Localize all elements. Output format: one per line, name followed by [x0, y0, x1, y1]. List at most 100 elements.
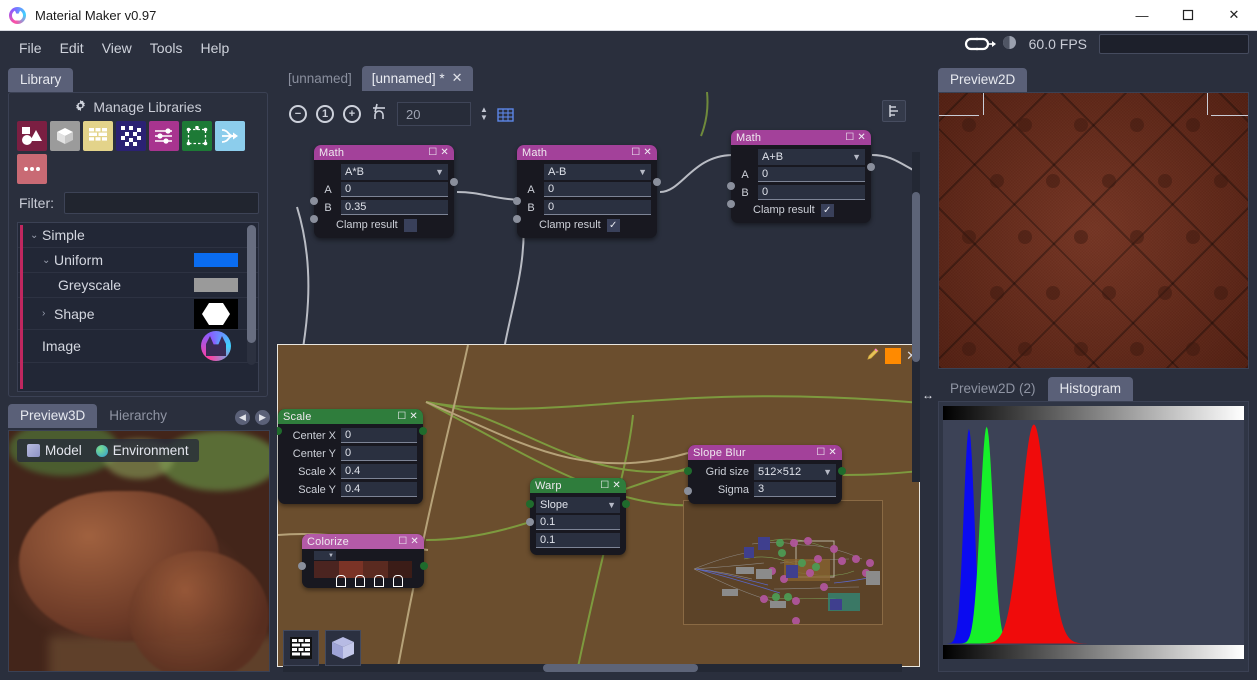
snap-to-grid-icon[interactable] — [370, 103, 388, 126]
input-port-1[interactable] — [684, 467, 692, 475]
input-port[interactable] — [298, 562, 306, 570]
environment-button[interactable]: Environment — [96, 443, 189, 458]
output-port[interactable] — [653, 178, 661, 186]
node-header[interactable]: Scale ☐ ✕ — [278, 409, 423, 424]
tree-item-simple[interactable]: ⌄ Simple — [18, 223, 258, 248]
link-chain-icon[interactable] — [964, 36, 998, 52]
operation-select[interactable]: A-B ▼ — [544, 164, 651, 180]
node-header[interactable]: Slope Blur ☐ ✕ — [688, 445, 842, 460]
tab-library[interactable]: Library — [8, 68, 73, 92]
tab-hierarchy[interactable]: Hierarchy — [97, 404, 179, 428]
tab-unnamed-2[interactable]: [unnamed] * ✕ — [362, 66, 473, 91]
gradient-cursor[interactable] — [355, 575, 365, 587]
tab-preview2d[interactable]: Preview2D — [938, 68, 1027, 92]
more-library-icon[interactable] — [17, 154, 47, 184]
tree-item-greyscale[interactable]: Greyscale — [18, 273, 258, 298]
input-port-2[interactable] — [684, 487, 692, 495]
input-port-a[interactable] — [310, 197, 318, 205]
chevron-right-icon[interactable]: › — [42, 308, 54, 319]
output-port[interactable] — [622, 500, 630, 508]
chevron-left-icon[interactable]: ◀ — [235, 410, 250, 425]
target-icon[interactable] — [1002, 35, 1017, 53]
interpolation-select[interactable]: ▼ — [314, 551, 336, 560]
node-scale[interactable]: Scale ☐ ✕ Center X 0 Center Y 0 Scale X … — [278, 409, 423, 504]
library-tree-scrollbar[interactable] — [247, 225, 256, 365]
material-bricks-icon[interactable] — [283, 630, 319, 666]
node-header[interactable]: Colorize ☐ ✕ — [302, 534, 424, 549]
graph-hscrollbar[interactable] — [283, 664, 902, 672]
mode-select[interactable]: Slope ▼ — [536, 497, 620, 513]
input-port-1[interactable] — [526, 500, 534, 508]
grid-toggle-icon[interactable] — [497, 106, 514, 123]
center-y-input[interactable]: 0 — [341, 446, 417, 461]
zoom-out-icon[interactable]: − — [289, 105, 307, 123]
flow-library-icon[interactable] — [215, 121, 245, 151]
filters-library-icon[interactable] — [149, 121, 179, 151]
close-icon[interactable]: ✕ — [440, 147, 449, 158]
filter-input[interactable] — [64, 192, 259, 214]
menu-edit[interactable]: Edit — [51, 36, 93, 60]
close-icon[interactable]: ✕ — [452, 70, 463, 86]
close-button[interactable]: ✕ — [1211, 0, 1257, 31]
field-b-input[interactable]: 0 — [544, 200, 651, 215]
menu-file[interactable]: File — [10, 36, 51, 60]
field-b-input[interactable]: 0 — [758, 185, 865, 200]
center-x-input[interactable]: 0 — [341, 428, 417, 443]
eps-input[interactable]: 0.1 — [536, 533, 620, 548]
minimize-button[interactable]: — — [1119, 0, 1165, 31]
node-slope-blur[interactable]: Slope Blur ☐ ✕ Grid size 512×512 ▼ Sigma… — [688, 445, 842, 504]
grid-size-input[interactable]: 20 — [397, 102, 471, 126]
hierarchy-panel-icon[interactable] — [882, 100, 906, 122]
scale-x-input[interactable]: 0.4 — [341, 464, 417, 479]
gradient-cursor[interactable] — [393, 575, 403, 587]
clamp-checkbox[interactable]: ✓ — [821, 204, 834, 217]
field-b-input[interactable]: 0.35 — [341, 200, 448, 215]
input-port-a[interactable] — [727, 182, 735, 190]
node-header[interactable]: Warp ☐ ✕ — [530, 478, 626, 493]
maximize-icon[interactable]: ☐ — [845, 132, 854, 143]
stepper-updown-icon[interactable]: ▲▼ — [480, 106, 488, 122]
close-icon[interactable]: ✕ — [828, 447, 837, 458]
tree-item-uniform[interactable]: ⌄ Uniform — [18, 248, 258, 273]
shapes-library-icon[interactable] — [17, 121, 47, 151]
preview3d-panel[interactable]: Model Environment — [8, 430, 270, 672]
chevron-right-icon[interactable]: ▶ — [255, 410, 270, 425]
bricks-library-icon[interactable] — [83, 121, 113, 151]
node-math-1[interactable]: Math ☐ ✕ A*B ▼ A 0 — [314, 145, 454, 238]
manage-libraries-button[interactable]: Manage Libraries — [9, 93, 267, 121]
graph-vscrollbar[interactable] — [912, 152, 920, 482]
close-icon[interactable]: ✕ — [410, 536, 419, 547]
node-math-3[interactable]: Math ☐ ✕ A+B ▼ A 0 — [731, 130, 871, 223]
tab-histogram[interactable]: Histogram — [1048, 377, 1134, 401]
maximize-button[interactable] — [1165, 0, 1211, 31]
node-header[interactable]: Math ☐ ✕ — [517, 145, 657, 160]
mesh-library-icon[interactable] — [50, 121, 80, 151]
maximize-icon[interactable]: ☐ — [816, 447, 825, 458]
nodes-library-icon[interactable] — [182, 121, 212, 151]
amount-input[interactable]: 0.1 — [536, 515, 620, 530]
graph-minimap[interactable] — [683, 500, 883, 625]
output-port[interactable] — [419, 427, 427, 435]
tree-item-image[interactable]: Image — [18, 330, 258, 363]
close-icon[interactable]: ✕ — [643, 147, 652, 158]
menu-view[interactable]: View — [93, 36, 141, 60]
input-port-b[interactable] — [513, 215, 521, 223]
tree-item-shape[interactable]: › Shape — [18, 298, 258, 330]
close-icon[interactable]: ✕ — [857, 132, 866, 143]
menu-help[interactable]: Help — [191, 36, 238, 60]
input-port-b[interactable] — [310, 215, 318, 223]
horizontal-resize-icon[interactable]: ↔ — [922, 388, 934, 402]
chevron-down-icon[interactable]: ⌄ — [30, 230, 42, 241]
zoom-in-icon[interactable]: + — [343, 105, 361, 123]
mesh-cube-icon[interactable] — [325, 630, 361, 666]
input-port-a[interactable] — [513, 197, 521, 205]
node-graph-canvas[interactable]: ✕ — [277, 92, 920, 672]
node-header[interactable]: Math ☐ ✕ — [731, 130, 871, 145]
operation-select[interactable]: A+B ▼ — [758, 149, 865, 165]
node-colorize[interactable]: Colorize ☐ ✕ ▼ — [302, 534, 424, 588]
chevron-down-icon[interactable]: ⌄ — [42, 255, 54, 266]
maximize-icon[interactable]: ☐ — [600, 480, 609, 491]
preview2d-panel[interactable] — [938, 92, 1249, 369]
noise-library-icon[interactable] — [116, 121, 146, 151]
tab-preview3d[interactable]: Preview3D — [8, 404, 97, 428]
